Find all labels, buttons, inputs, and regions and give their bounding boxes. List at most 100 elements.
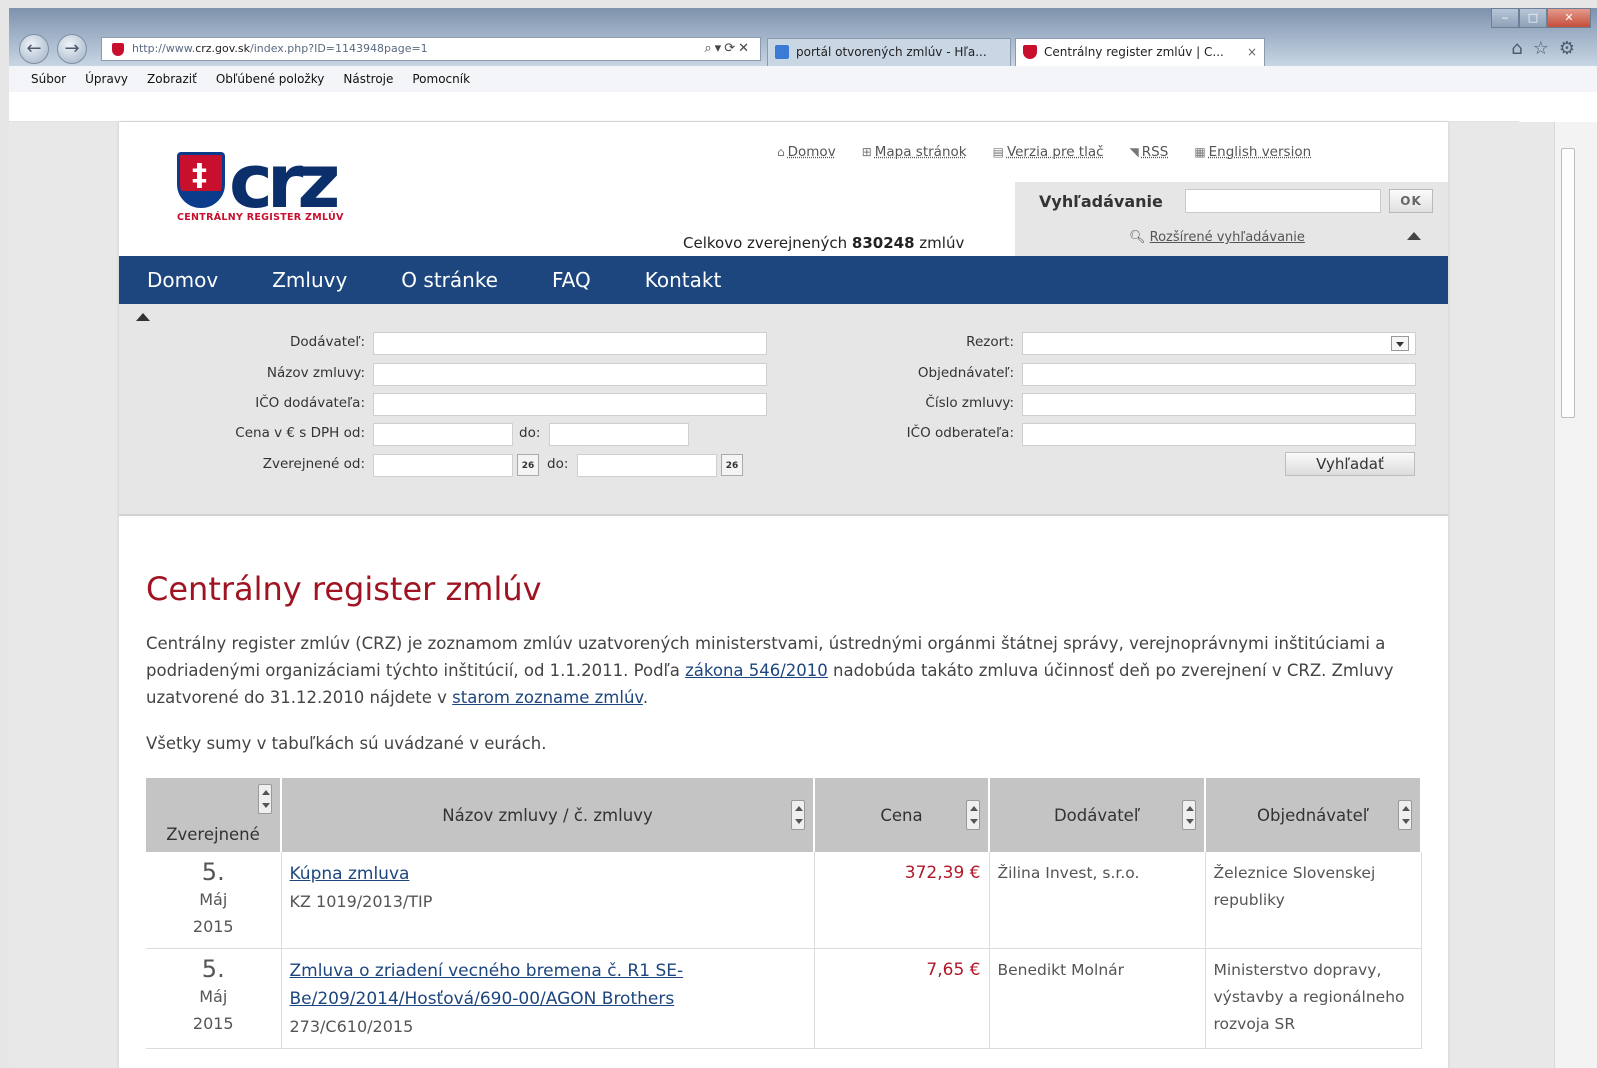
tab-label: portál otvorených zmlúv - Hľa... bbox=[796, 45, 987, 59]
filter-contract-number-label: Číslo zmluvy: bbox=[925, 395, 1014, 411]
column-header-label: Názov zmluvy / č. zmluvy bbox=[442, 805, 653, 825]
filter-panel: Dodávateľ: Názov zmluvy: IČO dodávateľa:… bbox=[119, 304, 1448, 516]
tab-label: Centrálny register zmlúv | C... bbox=[1044, 45, 1224, 59]
search-ok-button[interactable]: OK bbox=[1389, 189, 1433, 213]
price-to-field[interactable] bbox=[549, 423, 689, 446]
crz-logo[interactable]: ‡ crz CENTRÁLNY REGISTER ZMLÚV bbox=[177, 144, 377, 232]
nav-contracts[interactable]: Zmluvy bbox=[272, 256, 347, 304]
law-link[interactable]: zákona 546/2010 bbox=[685, 661, 828, 680]
sort-icon[interactable] bbox=[791, 800, 805, 830]
top-link-print[interactable]: ▤ Verzia pre tlač bbox=[993, 144, 1104, 160]
column-header-price[interactable]: Cena bbox=[814, 778, 990, 852]
intro-text: Centrálny register zmlúv (CRZ) je zoznam… bbox=[146, 630, 1426, 711]
menu-view[interactable]: Zobraziť bbox=[147, 66, 197, 92]
address-tools-icon[interactable]: ⌕▾⟳✕ bbox=[704, 38, 752, 60]
nav-faq[interactable]: FAQ bbox=[552, 256, 591, 304]
menu-tools[interactable]: Nástroje bbox=[343, 66, 393, 92]
column-header-supplier[interactable]: Dodávateľ bbox=[989, 778, 1206, 852]
chevron-down-icon[interactable] bbox=[1391, 336, 1409, 351]
published-from-field[interactable] bbox=[373, 454, 513, 477]
date-day: 5. bbox=[201, 955, 225, 983]
published-date: 5. Máj 2015 bbox=[146, 948, 282, 1049]
top-link-label: RSS bbox=[1141, 144, 1169, 160]
date-month: Máj bbox=[199, 987, 228, 1006]
main-nav: Domov Zmluvy O stránke FAQ Kontakt bbox=[119, 256, 1448, 304]
top-links: ⌂ Domov ⊞ Mapa stránok ▤ Verzia pre tlač… bbox=[777, 144, 1337, 160]
back-icon[interactable]: ← bbox=[19, 34, 49, 64]
nav-home[interactable]: Domov bbox=[147, 256, 218, 304]
address-bar[interactable]: http://www.crz.gov.sk/index.php?ID=11439… bbox=[101, 37, 761, 61]
maximize-icon[interactable]: □ bbox=[1519, 8, 1547, 28]
currency-note: Všetky sumy v tabuľkách sú uvádzané v eu… bbox=[146, 734, 547, 753]
menu-favorites[interactable]: Obľúbené položky bbox=[216, 66, 325, 92]
date-month: Máj bbox=[199, 890, 228, 909]
collapse-up-icon[interactable] bbox=[1407, 232, 1421, 240]
published-to-label: do: bbox=[547, 456, 569, 472]
favorites-star-icon[interactable]: ☆ bbox=[1533, 38, 1559, 59]
total-published: Celkovo zverejnených 830248 zmlúv bbox=[683, 234, 964, 252]
contract-orderer: Ministerstvo dopravy, výstavby a regioná… bbox=[1205, 948, 1422, 1049]
top-link-english[interactable]: ▦ English version bbox=[1194, 144, 1311, 160]
tab-portal[interactable]: portál otvorených zmlúv - Hľa... bbox=[767, 38, 1011, 66]
published-to-field[interactable] bbox=[577, 454, 717, 477]
date-year: 2015 bbox=[192, 917, 234, 936]
quick-search: Vyhľadávanie OK 🔍︎ Rozšírené vyhľadávani… bbox=[1015, 182, 1448, 256]
contract-link[interactable]: Kúpna zmluva bbox=[290, 864, 410, 884]
contract-name-field[interactable] bbox=[373, 363, 767, 386]
close-window-icon[interactable]: ✕ bbox=[1547, 8, 1591, 28]
department-select[interactable] bbox=[1022, 332, 1416, 355]
vertical-scrollbar[interactable] bbox=[1554, 122, 1597, 1068]
menu-edit[interactable]: Úpravy bbox=[85, 66, 128, 92]
search-label: Vyhľadávanie bbox=[1039, 192, 1163, 211]
gear-icon[interactable]: ⚙ bbox=[1559, 38, 1585, 59]
collapse-up-icon[interactable] bbox=[136, 313, 150, 321]
forward-icon[interactable]: → bbox=[57, 34, 87, 64]
supplier-ico-field[interactable] bbox=[373, 393, 767, 416]
sort-icon[interactable] bbox=[966, 800, 980, 830]
sort-icon[interactable] bbox=[1182, 800, 1196, 830]
contract-orderer: Železnice Slovenskej republiky bbox=[1205, 852, 1422, 949]
total-count: 830248 bbox=[851, 234, 915, 252]
tab-crz[interactable]: Centrálny register zmlúv | C... × bbox=[1015, 38, 1265, 66]
sitemap-icon: ⊞ bbox=[861, 145, 872, 159]
flag-icon: ▦ bbox=[1194, 145, 1206, 159]
top-link-sitemap[interactable]: ⊞ Mapa stránok bbox=[862, 144, 967, 160]
home-icon[interactable]: ⌂ bbox=[1511, 38, 1532, 59]
address-prefix: http://www. bbox=[132, 42, 196, 55]
filter-search-button[interactable]: Vyhľadať bbox=[1285, 452, 1415, 476]
top-link-home[interactable]: ⌂ Domov bbox=[777, 144, 836, 160]
nav-contact[interactable]: Kontakt bbox=[645, 256, 722, 304]
sort-icon[interactable] bbox=[1398, 800, 1412, 830]
advanced-search-link[interactable]: 🔍︎ Rozšírené vyhľadávanie bbox=[1129, 230, 1305, 245]
calendar-icon[interactable]: 26 bbox=[721, 454, 743, 476]
contract-link[interactable]: Zmluva o zriadení vecného bremena č. R1 … bbox=[290, 961, 684, 1009]
top-link-rss[interactable]: ◥ RSS bbox=[1130, 144, 1169, 160]
magnifier-icon: 🔍︎ bbox=[1129, 230, 1146, 245]
nav-about[interactable]: O stránke bbox=[401, 256, 498, 304]
filter-department-label: Rezort: bbox=[966, 334, 1014, 350]
price-from-field[interactable] bbox=[373, 423, 513, 446]
supplier-field[interactable] bbox=[373, 332, 767, 355]
window-controls: ‒ □ ✕ bbox=[1491, 8, 1591, 30]
column-header-published[interactable]: Zverejnené bbox=[146, 778, 282, 852]
site-shield-icon bbox=[112, 43, 124, 56]
search-input[interactable] bbox=[1185, 189, 1381, 213]
buyer-ico-field[interactable] bbox=[1022, 423, 1416, 446]
tab-close-icon[interactable]: × bbox=[1247, 39, 1257, 65]
menu-bar: Súbor Úpravy Zobraziť Obľúbené položky N… bbox=[9, 66, 1597, 92]
date-year: 2015 bbox=[192, 1014, 234, 1033]
menu-file[interactable]: Súbor bbox=[31, 66, 66, 92]
sort-icon[interactable] bbox=[258, 784, 272, 814]
contract-number-field[interactable] bbox=[1022, 393, 1416, 416]
scrollbar-thumb[interactable] bbox=[1561, 148, 1575, 418]
column-header-orderer[interactable]: Objednávateľ bbox=[1205, 778, 1422, 852]
address-domain: crz.gov.sk bbox=[195, 42, 250, 55]
contract-supplier: Žilina Invest, s.r.o. bbox=[989, 852, 1206, 949]
old-list-link[interactable]: starom zozname zmlúv bbox=[452, 688, 643, 707]
table-row: 5. Máj 2015 Kúpna zmluva KZ 1019/2013/TI… bbox=[146, 852, 1422, 949]
column-header-title[interactable]: Názov zmluvy / č. zmluvy bbox=[281, 778, 815, 852]
menu-help[interactable]: Pomocník bbox=[412, 66, 470, 92]
orderer-field[interactable] bbox=[1022, 363, 1416, 386]
calendar-icon[interactable]: 26 bbox=[517, 454, 539, 476]
minimize-icon[interactable]: ‒ bbox=[1491, 8, 1519, 28]
